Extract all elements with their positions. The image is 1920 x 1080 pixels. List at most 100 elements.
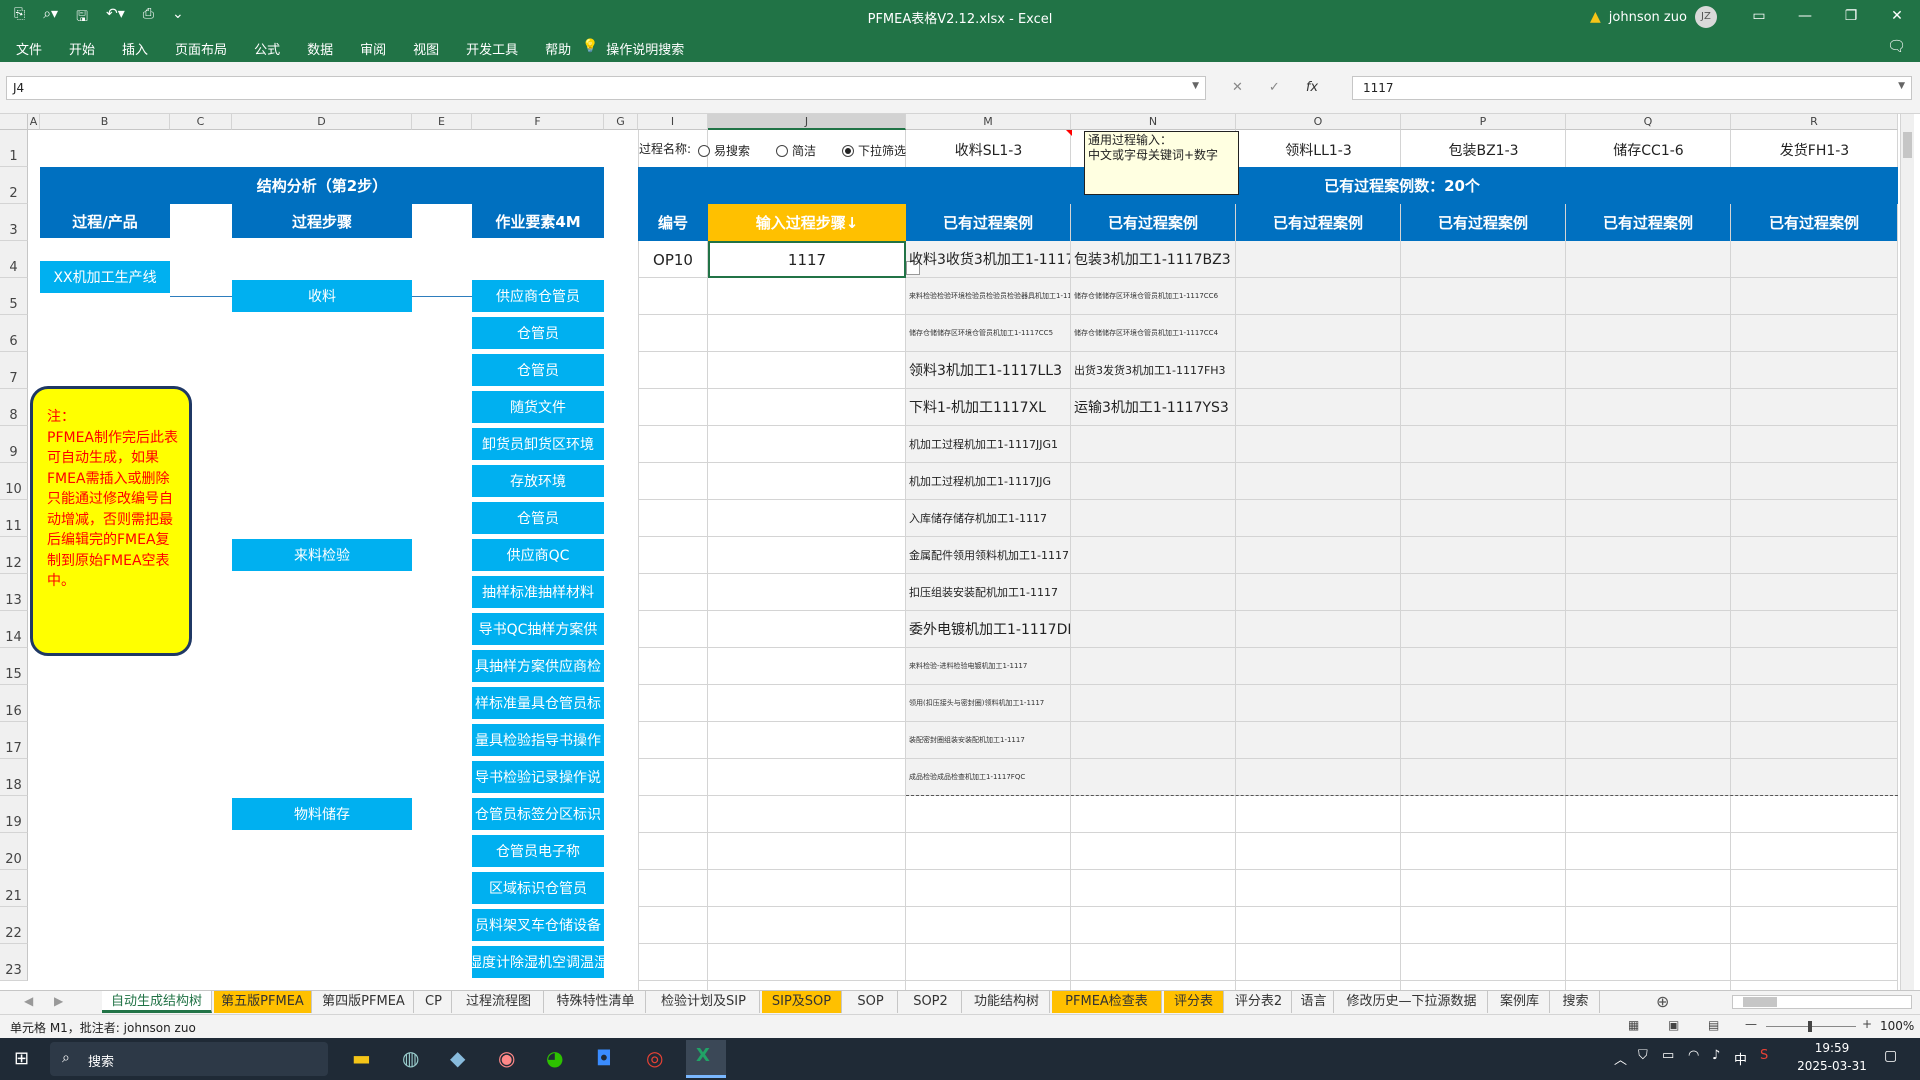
ribbon-tab[interactable]: 开发工具 (466, 39, 518, 58)
tell-me-search[interactable]: 💡 操作说明搜索 (582, 39, 684, 58)
case-item[interactable]: 储存仓储储存区环境仓管员机加工1-1117CC4 (1071, 315, 1235, 351)
enter-icon[interactable]: ✓ (1269, 80, 1280, 95)
app-icon-4[interactable]: ◘ (596, 1046, 612, 1070)
step-box[interactable]: 物料储存 (232, 798, 412, 830)
row-header[interactable]: 22 (0, 907, 28, 944)
sheet-tab[interactable]: 自动生成结构树 (102, 991, 212, 1013)
row-header[interactable]: 1 (0, 130, 28, 167)
row-header[interactable]: 3 (0, 204, 28, 241)
row-header[interactable]: 11 (0, 500, 28, 537)
expand-formula-icon[interactable]: ▼ (1898, 81, 1905, 91)
zoom-out-icon[interactable]: — (1745, 1017, 1757, 1031)
sheet-tab[interactable]: 特殊特性清单 (546, 991, 646, 1013)
tray-app-icon[interactable]: S (1760, 1048, 1768, 1063)
sheet-tab[interactable]: 案例库 (1490, 991, 1550, 1013)
element-box[interactable]: 量具检验指导书操作 (472, 724, 604, 756)
sheet-tab[interactable]: SIP及SOP (762, 991, 842, 1013)
element-box[interactable]: 卸货员卸货区环境 (472, 428, 604, 460)
ribbon-tab[interactable]: 文件 (16, 39, 42, 58)
row-header[interactable]: 18 (0, 759, 28, 796)
sheet-tab[interactable]: SOP2 (900, 991, 962, 1013)
comments-icon[interactable]: 🗨 (1887, 37, 1906, 55)
radio-button[interactable] (776, 144, 788, 157)
clock-time[interactable]: 19:59 (1794, 1041, 1870, 1055)
column-header[interactable]: Q (1566, 114, 1731, 130)
sheet-tab[interactable]: 第五版PFMEA (214, 991, 312, 1013)
row-header[interactable]: 9 (0, 426, 28, 463)
radio-button[interactable] (842, 144, 854, 157)
element-box[interactable]: 抽样标准抽样材料 (472, 576, 604, 608)
page-break-icon[interactable]: ▤ (1708, 1018, 1719, 1032)
case-item[interactable]: 来料检验检验环境检验员检验员检验器具机加工1-1117QC5 (906, 278, 1070, 314)
tray-battery-icon[interactable]: ▭ (1662, 1048, 1674, 1063)
radio-option[interactable]: 下拉筛选 (842, 142, 906, 159)
case-item[interactable]: 领料3机加工1-1117LL3 (906, 352, 1070, 388)
radio-option[interactable]: 易搜索 (698, 142, 750, 159)
row-header[interactable]: 21 (0, 870, 28, 907)
worksheet-grid[interactable]: A B C D E F G I J M N O P Q R 1 2 3 4 5 6 7 8 9 10 11 12 13 14 15 16 17… (0, 114, 1920, 990)
row-header[interactable]: 17 (0, 722, 28, 759)
case-item[interactable]: 收料3收货3机加工1-1117SL3 (906, 241, 1070, 277)
row-header[interactable]: 23 (0, 944, 28, 981)
zoom-slider[interactable] (1766, 1021, 1856, 1032)
element-box[interactable]: 员料架叉车仓储设备 (472, 909, 604, 941)
radio-option[interactable]: 简洁 (776, 142, 816, 159)
clock-date[interactable]: 2025-03-31 (1794, 1059, 1870, 1073)
column-header[interactable]: R (1731, 114, 1898, 130)
case-item[interactable]: 扣压组装安装配机加工1-1117 (906, 574, 1070, 610)
ribbon-tab[interactable]: 视图 (413, 39, 439, 58)
sheet-tab[interactable]: 检验计划及SIP (648, 991, 760, 1013)
notification-icon[interactable]: ▢ (1884, 1048, 1897, 1064)
case-item[interactable]: 储存仓储储存区环境仓管员机加工1-1117CC5 (906, 315, 1070, 351)
radio-button[interactable] (698, 144, 710, 157)
row-header[interactable]: 12 (0, 537, 28, 574)
row-header[interactable]: 4 (0, 241, 28, 278)
app-icon-1[interactable]: ◍ (402, 1046, 419, 1070)
select-all-corner[interactable] (0, 114, 28, 130)
column-header[interactable]: O (1236, 114, 1401, 130)
sheet-tab[interactable]: CP (416, 991, 452, 1013)
name-box[interactable]: J4 ▼ (6, 76, 1206, 100)
vertical-scrollbar[interactable] (1900, 114, 1914, 990)
tray-shield-icon[interactable]: ⛉ (1638, 1048, 1648, 1063)
user-area[interactable]: ▲ johnson zuo JZ (1590, 6, 1717, 28)
row-header[interactable]: 5 (0, 278, 28, 315)
element-box[interactable]: 仓管员 (472, 354, 604, 386)
zoom-in-icon[interactable]: + (1862, 1017, 1872, 1031)
ribbon-tab[interactable]: 公式 (254, 39, 280, 58)
element-box[interactable]: 样标准量具仓管员标 (472, 687, 604, 719)
column-header[interactable]: A (28, 114, 40, 130)
tray-wifi-icon[interactable]: ◠ (1688, 1048, 1699, 1063)
sheet-tab[interactable]: 评分表 (1164, 991, 1224, 1013)
step-box[interactable]: 收料 (232, 280, 412, 312)
ribbon-display-icon[interactable]: ▭ (1736, 0, 1782, 32)
wechat-icon[interactable]: ◕ (546, 1046, 563, 1070)
sheet-tab[interactable]: PFMEA检查表 (1052, 991, 1162, 1013)
zoom-level[interactable]: 100% (1880, 1019, 1914, 1033)
case-item[interactable]: 出货3发货3机加工1-1117FH3 (1071, 352, 1235, 388)
element-box[interactable]: 导书QC抽样方案供 (472, 613, 604, 645)
case-item[interactable]: 储存仓储储存区环境仓管员机加工1-1117CC6 (1071, 278, 1235, 314)
normal-view-icon[interactable]: ▦ (1628, 1018, 1639, 1032)
element-box[interactable]: 仓管员电子称 (472, 835, 604, 867)
sheet-tab[interactable]: 过程流程图 (454, 991, 544, 1013)
chrome-icon[interactable]: ◎ (646, 1046, 663, 1070)
sheet-tab[interactable]: 第四版PFMEA (314, 991, 414, 1013)
sheet-tab[interactable]: 修改历史—下拉源数据 (1336, 991, 1488, 1013)
ribbon-tab[interactable]: 数据 (307, 39, 333, 58)
page-layout-icon[interactable]: ▣ (1668, 1018, 1679, 1032)
product-box[interactable]: XX机加工生产线 (40, 261, 170, 293)
ribbon-tab[interactable]: 开始 (69, 39, 95, 58)
column-header[interactable]: B (40, 114, 170, 130)
row-header[interactable]: 2 (0, 167, 28, 204)
column-header[interactable]: M (906, 114, 1071, 130)
taskbar-search[interactable]: ⌕ 搜索 (50, 1042, 328, 1076)
case-item[interactable]: 下料1-机加工1117XL (906, 389, 1070, 425)
add-sheet-icon[interactable]: ⊕ (1656, 992, 1669, 1011)
row-header[interactable]: 20 (0, 833, 28, 870)
close-icon[interactable]: ✕ (1874, 0, 1920, 32)
row-header[interactable]: 7 (0, 352, 28, 389)
horizontal-scrollbar[interactable] (1732, 995, 1912, 1009)
column-header[interactable]: F (472, 114, 604, 130)
case-item[interactable]: 机加工过程机加工1-1117JJG (906, 463, 1070, 499)
